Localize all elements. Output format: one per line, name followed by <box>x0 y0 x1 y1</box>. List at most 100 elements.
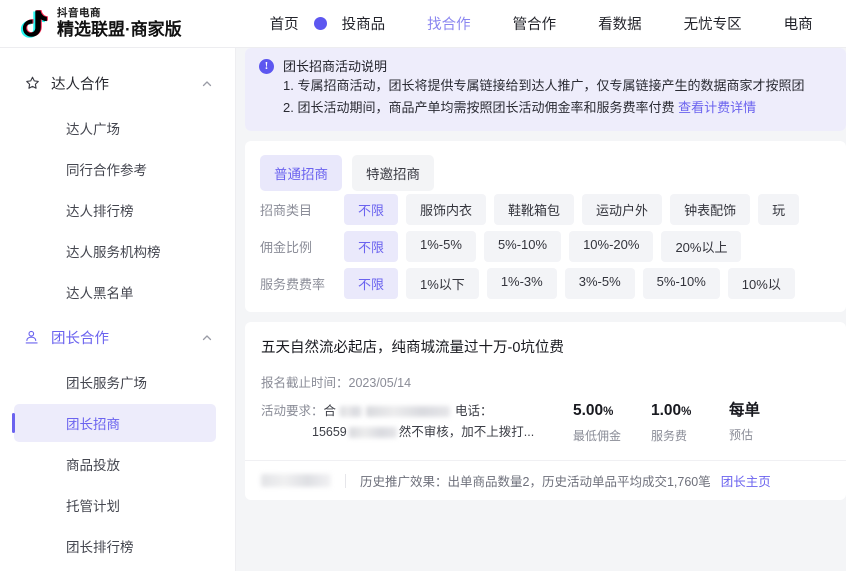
sidebar-group-label: 达人合作 <box>51 76 109 93</box>
filter-label-commission: 佣金比例 <box>260 240 313 255</box>
sidebar-item-hosting-plan[interactable]: 托管计划 <box>14 486 216 524</box>
tab-invited-recruitment[interactable]: 特邀招商 <box>352 155 434 191</box>
view-billing-details-link[interactable]: 查看计费详情 <box>678 100 756 115</box>
chip-commission-1-5[interactable]: 1%-5% <box>406 231 476 262</box>
banner-line-2-row: 2. 团长活动期间，商品产单均需按照团长活动佣金率和服务费率付费 查看计费详情 <box>259 97 832 119</box>
banner-line-2: 2. 团长活动期间，商品产单均需按照团长活动佣金率和服务费率付费 <box>283 100 675 115</box>
chip-commission-20-plus[interactable]: 20%以上 <box>661 231 742 262</box>
stat-unit: % <box>681 406 692 418</box>
stat-label: 预估 <box>729 428 754 442</box>
filter-row-service-fee: 服务费费率 不限 1%以下 1%-3% 3%-5% 5%-10% 10%以 <box>245 265 846 302</box>
campaign-deadline: 报名截止时间：2023/05/14 <box>245 358 846 391</box>
chip-commission-10-20[interactable]: 10%-20% <box>569 231 654 262</box>
banner-title: 团长招商活动说明 <box>283 59 388 74</box>
filter-label-category: 招商类目 <box>260 203 313 218</box>
redacted-block-3 <box>348 427 397 439</box>
chip-category-watches-accessories[interactable]: 钟表配饰 <box>670 194 751 225</box>
filter-row-commission: 佣金比例 不限 1%-5% 5%-10% 10%-20% 20%以上 <box>245 228 846 265</box>
stat-value: 每单 <box>729 402 761 419</box>
nav-item-find-cooperation[interactable]: 找合作 <box>425 13 473 34</box>
nav-item-home[interactable]: 首页 <box>268 13 301 34</box>
nav-item-view-data[interactable]: 看数据 <box>596 13 644 34</box>
sidebar-item-leader-recruitment[interactable]: 团长招商 <box>12 404 216 442</box>
brand-title: 精选联盟·商家版 <box>57 20 182 39</box>
requirement-text-2: 电话： <box>455 404 493 418</box>
chip-category-toys-truncated[interactable]: 玩 <box>758 194 800 225</box>
top-bar: 抖音电商 精选联盟·商家版 首页 投商品 找合作 管合作 看数据 无忧专区 电商 <box>0 0 846 48</box>
chip-commission-all[interactable]: 不限 <box>344 231 399 262</box>
campaign-requirements: 活动要求：合 电话： 15659 然不审核，加不上拨打... <box>261 401 561 444</box>
requirement-line-1: 活动要求：合 电话： <box>261 401 561 422</box>
chip-category-shoes-bags[interactable]: 鞋靴箱包 <box>494 194 575 225</box>
requirement-text-3: 15659 <box>312 425 347 439</box>
stat-min-commission: 5.00% 最低佣金 <box>573 401 651 444</box>
filter-row-category: 招商类目 不限 服饰内衣 鞋靴箱包 运动户外 钟表配饰 玩 <box>245 191 846 228</box>
stat-service-fee: 1.00% 服务费 <box>651 401 729 444</box>
deadline-value: 2023/05/14 <box>348 376 412 390</box>
footer-divider <box>345 473 346 488</box>
chip-service-fee-under-1[interactable]: 1%以下 <box>406 268 479 299</box>
filter-chips-category: 不限 服饰内衣 鞋靴箱包 运动户外 钟表配饰 玩 <box>344 194 800 225</box>
nav-item-manage-cooperation[interactable]: 管合作 <box>511 13 559 34</box>
campaign-stats: 5.00% 最低佣金 1.00% 服务费 每单 预估 <box>561 401 830 444</box>
recruitment-tabs: 普通招商 特邀招商 <box>245 155 846 191</box>
requirement-line-2: 15659 然不审核，加不上拨打... <box>261 422 561 443</box>
campaign-body: 活动要求：合 电话： 15659 然不审核，加不上拨打... 5.00% 最低佣金 … <box>245 391 846 444</box>
sidebar-item-peer-reference[interactable]: 同行合作参考 <box>14 150 216 188</box>
brand-text: 抖音电商 精选联盟·商家版 <box>57 7 182 40</box>
sidebar-item-talent-blacklist[interactable]: 达人黑名单 <box>14 273 216 311</box>
campaign-footer: 历史推广效果：出单商品数量2，历史活动单品平均成交1,760笔 团长主页 <box>245 460 846 500</box>
nav-item-post-product[interactable]: 投商品 <box>340 13 388 34</box>
stat-value: 5.00 <box>573 402 604 419</box>
sidebar-group-talent-cooperation[interactable]: 达人合作 <box>0 60 235 106</box>
sidebar-item-leader-service-plaza[interactable]: 团长服务广场 <box>14 363 216 401</box>
tab-normal-recruitment[interactable]: 普通招商 <box>260 155 342 191</box>
tiktok-note-icon <box>13 4 53 44</box>
stat-value-row: 每单 <box>729 401 807 421</box>
requirement-label: 活动要求： <box>261 404 324 418</box>
nav-notification-dot <box>313 17 327 30</box>
stat-value-row: 1.00% <box>651 401 729 422</box>
chip-service-fee-5-10[interactable]: 5%-10% <box>642 268 720 299</box>
campaign-history-text: 历史推广效果：出单商品数量2，历史活动单品平均成交1,760笔 <box>360 475 711 489</box>
chip-category-sports-outdoor[interactable]: 运动户外 <box>582 194 663 225</box>
sidebar-item-agency-ranking[interactable]: 达人服务机构榜 <box>14 232 216 270</box>
deadline-label: 报名截止时间： <box>261 376 349 390</box>
chip-commission-5-10[interactable]: 5%-10% <box>483 231 562 262</box>
brand-logo[interactable]: 抖音电商 精选联盟·商家版 <box>0 4 182 44</box>
filters-card: 普通招商 特邀招商 招商类目 不限 服饰内衣 鞋靴箱包 运动户外 钟表配饰 玩 … <box>245 141 846 312</box>
stat-label: 服务费 <box>651 429 688 443</box>
chip-category-apparel[interactable]: 服饰内衣 <box>406 194 487 225</box>
stat-value-row: 5.00% <box>573 401 651 422</box>
chevron-up-icon[interactable] <box>201 331 213 343</box>
chip-service-fee-10-plus-truncated[interactable]: 10%以 <box>727 268 795 299</box>
sidebar-item-leader-ranking[interactable]: 团长排行榜 <box>14 527 216 565</box>
star-outline-icon <box>22 73 42 93</box>
chip-service-fee-3-5[interactable]: 3%-5% <box>564 268 635 299</box>
chip-service-fee-1-3[interactable]: 1%-3% <box>486 268 557 299</box>
stat-value: 1.00 <box>651 402 682 419</box>
stat-unit: % <box>603 406 614 418</box>
filter-chips-commission: 不限 1%-5% 5%-10% 10%-20% 20%以上 <box>344 231 742 262</box>
nav-item-ecommerce[interactable]: 电商 <box>782 13 815 34</box>
sidebar-item-talent-ranking[interactable]: 达人排行榜 <box>14 191 216 229</box>
campaign-title: 五天自然流必起店，纯商城流量过十万-0坑位费 <box>261 340 564 356</box>
info-banner: ! 团长招商活动说明 1. 专属招商活动，团长将提供专属链接给到达人推广，仅专属… <box>245 48 846 131</box>
sidebar: 达人合作 达人广场 同行合作参考 达人排行榜 达人服务机构榜 达人黑名单 团长合… <box>0 48 236 571</box>
campaign-card[interactable]: 五天自然流必起店，纯商城流量过十万-0坑位费 报名截止时间：2023/05/14… <box>245 322 846 500</box>
chip-category-all[interactable]: 不限 <box>344 194 399 225</box>
main-nav: 首页 投商品 找合作 管合作 看数据 无忧专区 电商 <box>268 13 815 34</box>
banner-title-row: ! 团长招商活动说明 <box>259 58 832 75</box>
main-content: ! 团长招商活动说明 1. 专属招商活动，团长将提供专属链接给到达人推广，仅专属… <box>237 48 846 571</box>
sidebar-item-product-placement[interactable]: 商品投放 <box>14 445 216 483</box>
chevron-up-icon[interactable] <box>201 77 213 89</box>
info-banner-card: ! 团长招商活动说明 1. 专属招商活动，团长将提供专属链接给到达人推广，仅专属… <box>245 48 846 131</box>
chip-service-fee-all[interactable]: 不限 <box>344 268 399 299</box>
sidebar-group-leader-cooperation[interactable]: 团长合作 <box>0 314 235 360</box>
leader-homepage-link[interactable]: 团长主页 <box>721 471 771 490</box>
sidebar-item-talent-plaza[interactable]: 达人广场 <box>14 109 216 147</box>
user-group-icon <box>22 327 42 347</box>
redacted-block-2 <box>366 406 451 418</box>
redacted-block-1 <box>340 406 363 418</box>
nav-item-worry-free-zone[interactable]: 无忧专区 <box>682 13 744 34</box>
